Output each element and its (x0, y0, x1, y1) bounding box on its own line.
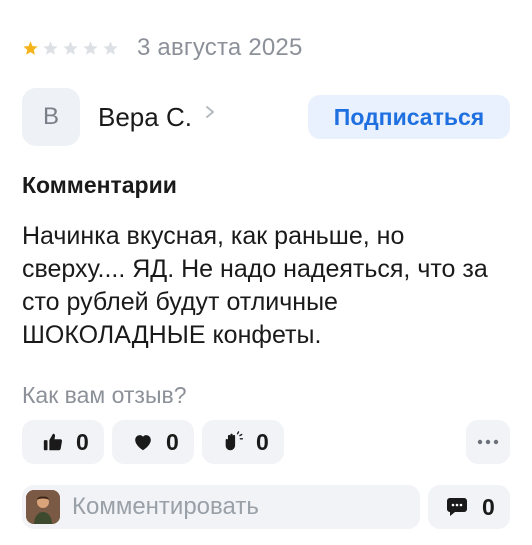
comment-input[interactable]: Комментировать (22, 485, 420, 529)
author-name[interactable]: Вера С. (98, 102, 192, 133)
chevron-right-icon[interactable] (204, 105, 216, 119)
more-dots-icon (477, 439, 499, 445)
comments-section-title: Комментарии (22, 172, 177, 198)
comments-count-button[interactable]: 0 (428, 485, 510, 529)
chat-bubble-icon (447, 498, 467, 516)
star-icon (83, 40, 98, 55)
star-rating (22, 40, 119, 57)
heart-button[interactable]: 0 (112, 420, 194, 464)
author-row: В Вера С. Подписаться (22, 86, 510, 148)
star-icon (103, 40, 118, 55)
user-photo-icon (26, 490, 60, 524)
rating-row: 3 августа 2025 (22, 32, 303, 64)
user-avatar (26, 490, 60, 524)
subscribe-button[interactable]: Подписаться (308, 95, 510, 139)
reactions-bar: 0 0 0 (22, 420, 510, 464)
clap-count: 0 (256, 428, 269, 455)
feedback-question: Как вам отзыв? (22, 382, 187, 408)
clap-button[interactable]: 0 (202, 420, 284, 464)
more-options-button[interactable] (466, 420, 510, 464)
thumbs-up-count: 0 (76, 428, 89, 455)
heart-count: 0 (166, 428, 179, 455)
review-text: Начинка вкусная, как раньше, но сверху..… (22, 222, 488, 349)
star-icon (63, 40, 78, 55)
thumbs-up-button[interactable]: 0 (22, 420, 104, 464)
clap-icon (225, 431, 244, 451)
review-date: 3 августа 2025 (137, 34, 303, 61)
comment-placeholder: Комментировать (72, 493, 259, 520)
author-avatar[interactable]: В (22, 88, 80, 146)
thumbs-up-icon (43, 433, 63, 451)
comment-bar: Комментировать 0 (22, 485, 510, 529)
star-icon (23, 40, 38, 55)
comments-count: 0 (482, 493, 495, 520)
star-icon (43, 40, 58, 55)
heart-icon (135, 435, 151, 451)
